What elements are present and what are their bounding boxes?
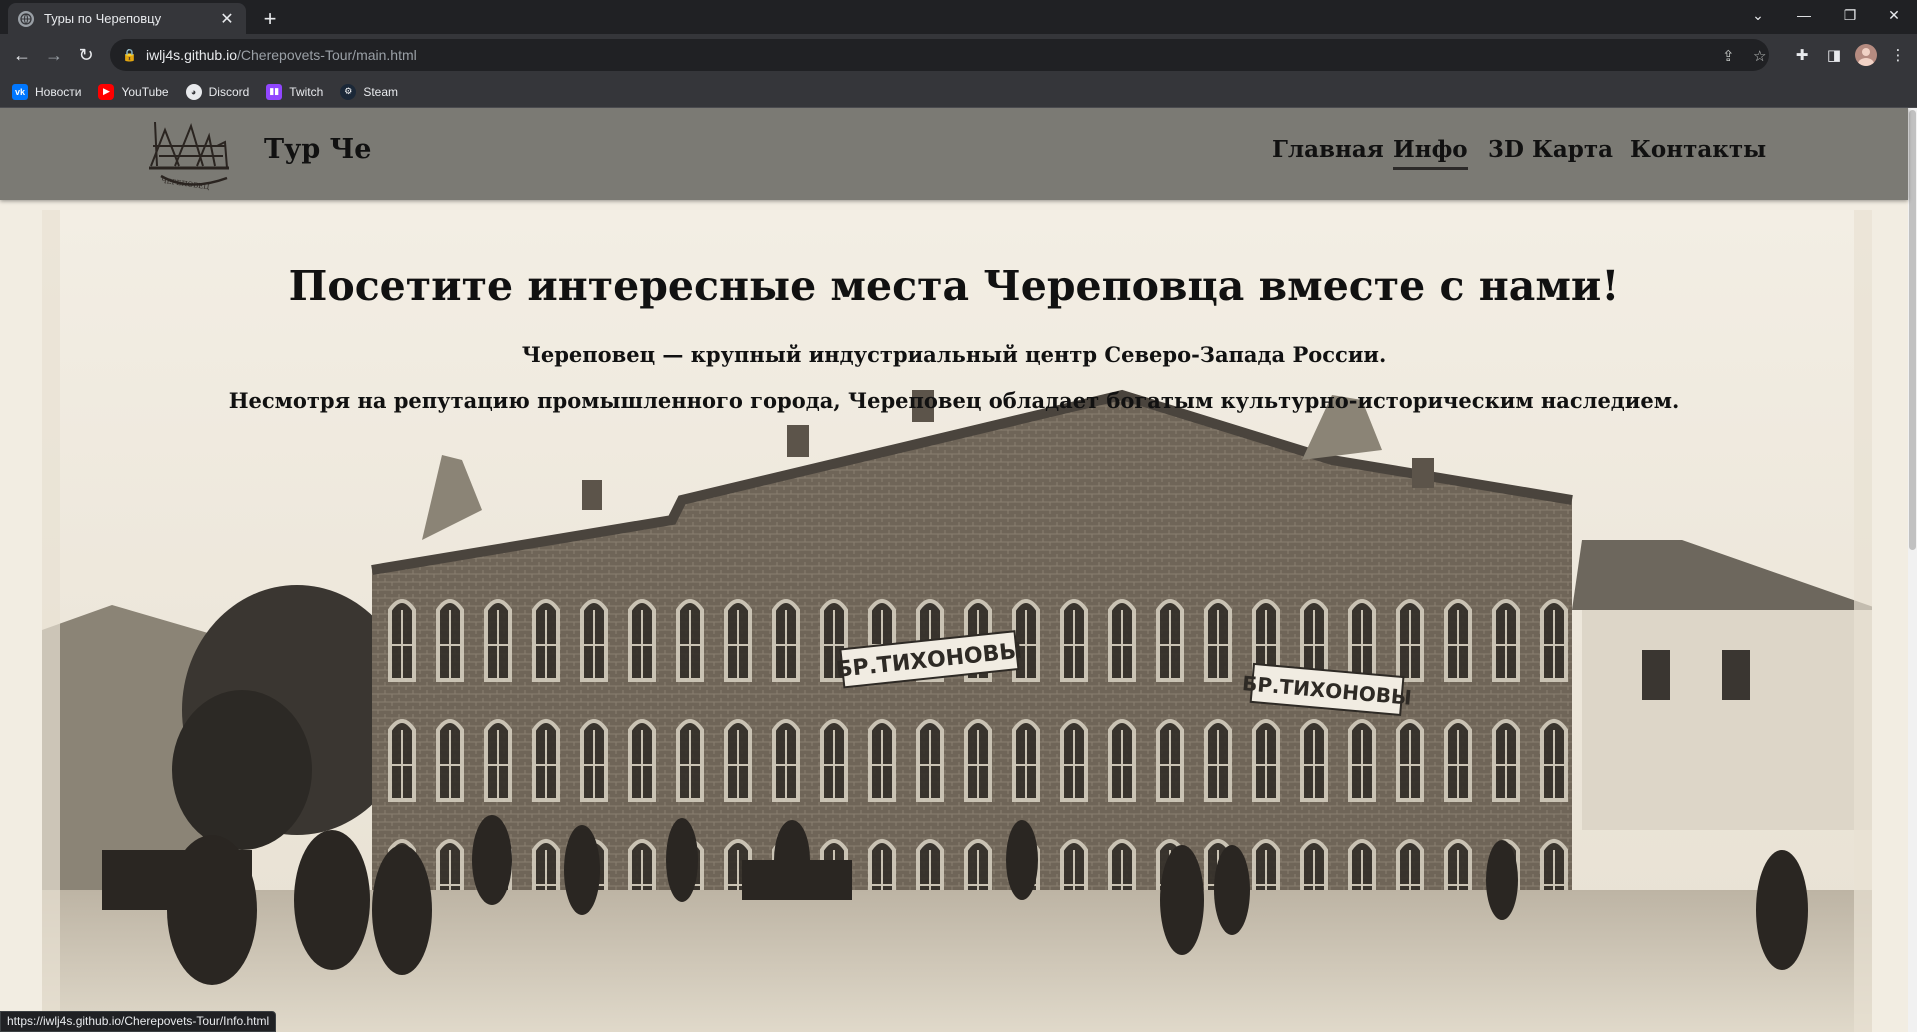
bookmark-vk[interactable]: vk Новости — [12, 83, 82, 100]
side-panel-icon[interactable]: ◨ — [1820, 41, 1848, 69]
forward-button[interactable]: → — [40, 41, 68, 69]
bookmark-label: Steam — [363, 84, 398, 99]
brand-name[interactable]: Тур Че — [264, 134, 372, 165]
link-status-bubble: https://iwlj4s.github.io/Cherepovets-Tou… — [0, 1011, 277, 1032]
bookmark-youtube[interactable]: ▶ YouTube — [98, 83, 169, 100]
nav-contacts[interactable]: Контакты — [1630, 136, 1766, 163]
tab-search-icon[interactable]: ⌄ — [1735, 0, 1781, 30]
site-header: ЧЕРЕПОВЕЦ Тур Че Главная Инфо 3D Карта К… — [0, 108, 1908, 200]
bookmark-label: Discord — [208, 84, 250, 99]
bookmark-twitch[interactable]: ▮▮ Twitch — [266, 83, 324, 100]
bookmark-star-icon[interactable]: ☆ — [1753, 47, 1766, 65]
url-host: iwlj4s.github.io — [145, 47, 238, 63]
hero-section: БР.ТИХОНОВЫ БР.ТИХОНОВЫ Посетите интерес… — [0, 200, 1908, 1032]
twitch-icon: ▮▮ — [266, 83, 283, 100]
nav-home[interactable]: Главная — [1272, 136, 1384, 163]
tab-title: Туры по Череповцу — [44, 11, 162, 26]
share-icon[interactable]: ⇪ — [1722, 47, 1735, 65]
address-bar[interactable]: 🔒 iwlj4s.github.io/Cherepovets-Tour/main… — [110, 39, 1769, 71]
profile-avatar[interactable] — [1855, 44, 1877, 66]
youtube-icon: ▶ — [98, 83, 115, 100]
hero-title: Посетите интересные места Череповца вмес… — [288, 262, 1620, 310]
scrollbar-thumb[interactable] — [1909, 110, 1916, 550]
tab-strip: Туры по Череповцу ✕ + ⌄ — ❐ ✕ — [0, 0, 1917, 34]
new-tab-button[interactable]: + — [256, 5, 284, 33]
browser-tab[interactable]: Туры по Череповцу ✕ — [8, 3, 246, 34]
discord-icon: ◕ — [185, 83, 202, 100]
nav-3d-map[interactable]: 3D Карта — [1488, 136, 1613, 163]
bookmark-label: Twitch — [289, 84, 324, 99]
url-path: /Cherepovets-Tour/main.html — [237, 47, 417, 63]
browser-toolbar: ← → ↻ 🔒 iwlj4s.github.io/Cherepovets-Tou… — [0, 34, 1917, 76]
bookmark-label: YouTube — [121, 84, 169, 99]
restore-button[interactable]: ❐ — [1827, 0, 1873, 30]
bookmark-discord[interactable]: ◕ Discord — [185, 83, 250, 100]
menu-icon[interactable]: ⋮ — [1884, 41, 1912, 69]
steam-icon: ⚙ — [340, 83, 357, 100]
close-tab-icon[interactable]: ✕ — [218, 10, 236, 28]
page-scrollbar[interactable] — [1908, 108, 1917, 1032]
minimize-button[interactable]: — — [1781, 0, 1827, 30]
reload-button[interactable]: ↻ — [72, 41, 100, 69]
hero-line-1: Череповец — крупный индустриальный центр… — [521, 342, 1387, 367]
svg-text:ЧЕРЕПОВЕЦ: ЧЕРЕПОВЕЦ — [161, 177, 210, 192]
extensions-icon[interactable]: ✚ — [1788, 41, 1816, 69]
nav-info[interactable]: Инфо — [1393, 136, 1468, 170]
hero-line-2: Несмотря на репутацию промышленного горо… — [228, 388, 1680, 413]
historic-photo: БР.ТИХОНОВЫ БР.ТИХОНОВЫ — [42, 210, 1872, 1032]
vk-icon: vk — [12, 83, 28, 100]
lock-icon[interactable]: 🔒 — [122, 48, 137, 62]
bookmarks-bar: vk Новости ▶ YouTube ◕ Discord ▮▮ Twitch… — [0, 76, 1917, 108]
back-button[interactable]: ← — [8, 41, 36, 69]
page-viewport: ЧЕРЕПОВЕЦ Тур Че Главная Инфо 3D Карта К… — [0, 108, 1917, 1032]
globe-icon — [18, 10, 34, 27]
bookmark-label: Новости — [35, 84, 82, 99]
close-window-button[interactable]: ✕ — [1871, 0, 1917, 30]
bookmark-steam[interactable]: ⚙ Steam — [340, 83, 398, 100]
logo-emblem[interactable]: ЧЕРЕПОВЕЦ — [145, 116, 233, 194]
